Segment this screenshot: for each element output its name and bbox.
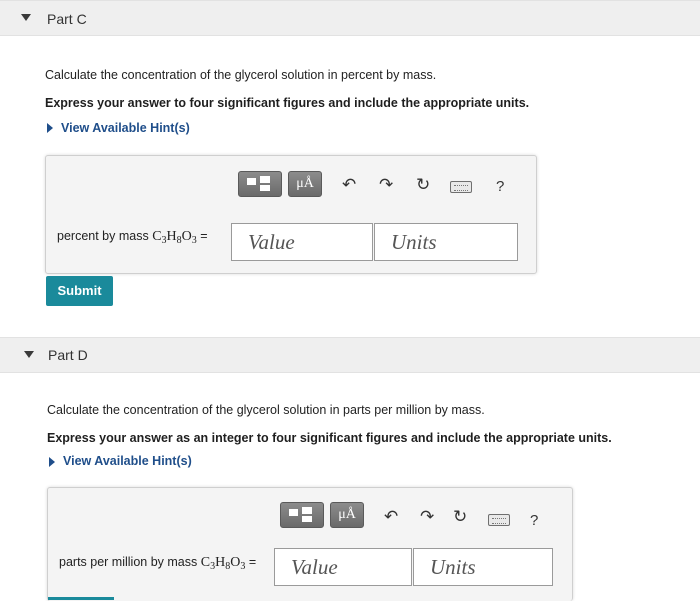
part-d-answer-label: parts per million by mass C3H8O3 = <box>59 555 257 572</box>
collapse-caret-icon[interactable] <box>21 14 31 21</box>
templates-icon[interactable] <box>280 502 324 528</box>
glycerol-formula: C3H8O3 <box>200 555 246 572</box>
part-d-instruction: Express your answer as an integer to fou… <box>47 431 612 445</box>
hint-arrow-icon <box>49 457 55 467</box>
mu-angstrom-icon[interactable]: μÅ <box>288 171 322 197</box>
reset-icon[interactable]: ↻ <box>453 507 467 527</box>
part-d-value-input[interactable]: Value <box>274 548 412 586</box>
redo-icon[interactable]: ↷ <box>420 507 434 527</box>
part-c-units-input[interactable]: Units <box>374 223 518 261</box>
part-c-hint-link[interactable]: View Available Hint(s) <box>61 121 190 135</box>
hint-arrow-icon <box>47 123 53 133</box>
undo-icon[interactable]: ↶ <box>384 507 398 527</box>
submit-button-edge[interactable] <box>48 597 114 600</box>
part-d-units-input[interactable]: Units <box>413 548 553 586</box>
keyboard-icon[interactable] <box>488 514 510 526</box>
part-d-answer-box: μÅ ↶ ↷ ↻ ? parts per million by mass C3H… <box>47 487 573 601</box>
part-d-title: Part D <box>48 347 88 363</box>
part-d-header[interactable]: Part D <box>0 337 700 373</box>
part-c-value-input[interactable]: Value <box>231 223 373 261</box>
help-icon[interactable]: ? <box>530 512 538 529</box>
keyboard-icon[interactable] <box>450 181 472 193</box>
glycerol-formula: C3H8O3 <box>152 229 197 246</box>
part-c-answer-label: percent by mass C3H8O3 = <box>57 229 208 246</box>
part-c-question: Calculate the concentration of the glyce… <box>45 68 437 82</box>
reset-icon[interactable]: ↻ <box>416 175 430 195</box>
submit-button[interactable]: Submit <box>46 276 113 306</box>
collapse-caret-icon[interactable] <box>24 351 34 358</box>
undo-icon[interactable]: ↶ <box>342 175 356 195</box>
part-d-hint-link[interactable]: View Available Hint(s) <box>63 454 192 468</box>
templates-icon[interactable] <box>238 171 282 197</box>
part-d-question: Calculate the concentration of the glyce… <box>47 403 485 417</box>
help-icon[interactable]: ? <box>496 178 504 195</box>
part-c-header[interactable]: Part C <box>0 0 700 36</box>
part-c-title: Part C <box>47 11 87 27</box>
mu-angstrom-icon[interactable]: μÅ <box>330 502 364 528</box>
part-c-instruction: Express your answer to four significant … <box>45 96 530 110</box>
part-c-answer-box: μÅ ↶ ↷ ↻ ? percent by mass C3H8O3 = Valu… <box>45 155 537 274</box>
redo-icon[interactable]: ↷ <box>379 175 393 195</box>
